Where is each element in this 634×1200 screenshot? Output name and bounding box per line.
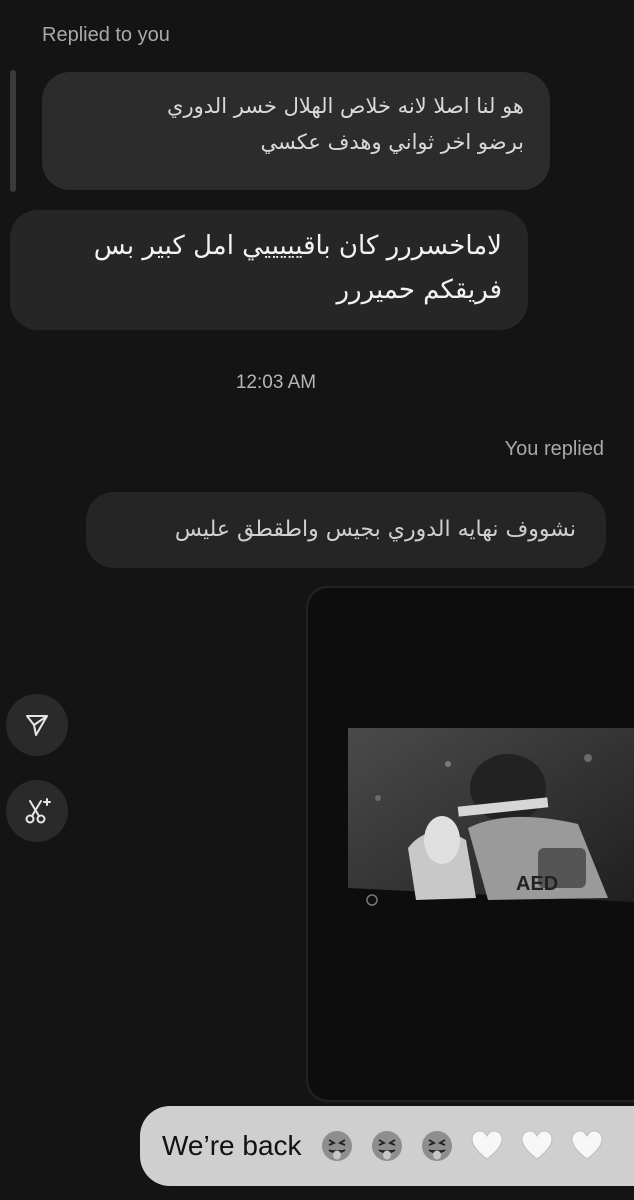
sent-message-text: We’re back — [162, 1130, 302, 1161]
quoted-message-line1: هو لنا اصلا لانه خلاص الهلال خسر الدوري — [167, 94, 524, 118]
squinting-tongue-emoji-icon — [371, 1131, 402, 1161]
svg-text:AED: AED — [516, 873, 558, 895]
player-with-trophy-image: AED — [348, 728, 634, 916]
my-quoted-message-bubble[interactable]: نشووف نهايه الدوري بجيس واطقطق عليس — [86, 492, 606, 568]
scissors-sparkle-icon — [25, 798, 51, 824]
you-replied-label: You replied — [504, 438, 604, 460]
sent-message-bubble[interactable]: We’re back — [140, 1106, 634, 1186]
replied-to-you-label: Replied to you — [42, 24, 170, 46]
received-message-line2: فريقكم حميررر — [336, 275, 503, 305]
white-heart-icon — [471, 1130, 503, 1160]
my-quoted-message-text: نشووف نهايه الدوري بجيس واطقطق عليس — [174, 517, 576, 542]
timestamp: 12:03 AM — [235, 372, 317, 393]
send-icon — [26, 715, 48, 736]
squinting-tongue-emoji-icon — [421, 1131, 452, 1161]
squinting-tongue-emoji-icon — [321, 1131, 352, 1161]
received-message-line1: لاماخسررر كان باقيييييي امل كبير بس — [93, 231, 502, 261]
quoted-message-line2: برضو اخر ثواني وهدف عكسي — [260, 130, 524, 154]
white-heart-icon — [571, 1130, 603, 1160]
white-heart-icon — [521, 1130, 553, 1160]
received-message-bubble[interactable]: لاماخسررر كان باقيييييي امل كبير بس فريق… — [10, 210, 528, 330]
reply-indicator-line — [10, 70, 16, 192]
remix-button[interactable] — [6, 780, 68, 842]
shared-photo[interactable]: AED — [348, 728, 634, 916]
quoted-message-bubble[interactable]: هو لنا اصلا لانه خلاص الهلال خسر الدوري … — [42, 72, 550, 190]
forward-button[interactable] — [6, 694, 68, 756]
